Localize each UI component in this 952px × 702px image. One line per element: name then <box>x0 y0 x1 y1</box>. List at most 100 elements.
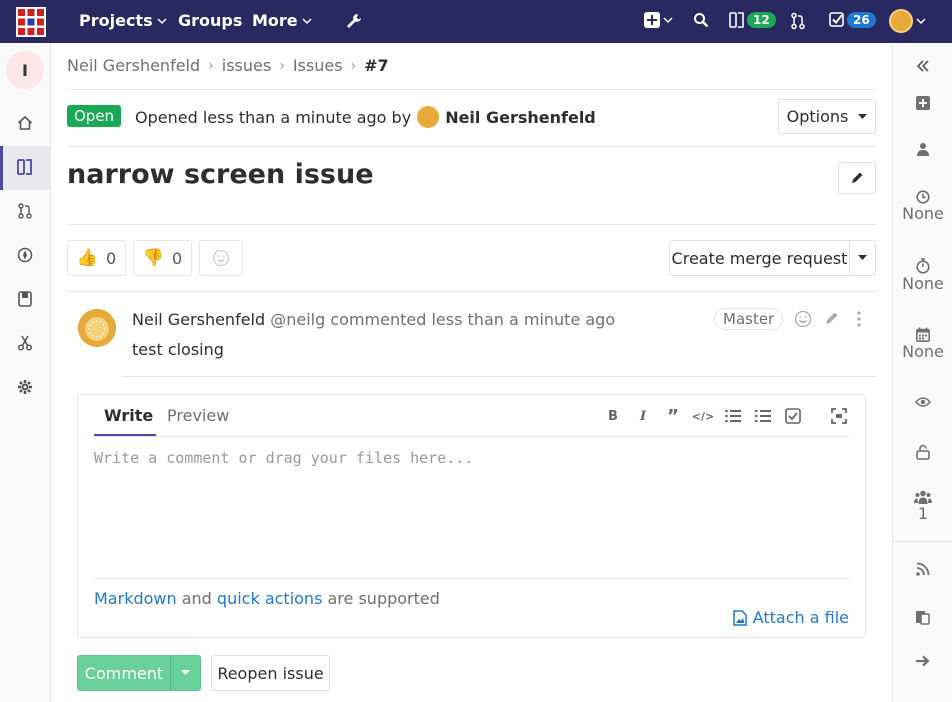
italic-icon[interactable]: I <box>634 407 652 425</box>
status-badge: Open <box>67 105 122 127</box>
nav-projects-label: Projects <box>79 11 153 30</box>
participants-icon <box>914 490 932 504</box>
breadcrumb-current[interactable]: #7 <box>364 56 389 75</box>
issue-meta: Opened less than a minute ago by Neil Ge… <box>135 106 596 128</box>
divider <box>67 146 876 147</box>
user-avatar <box>889 9 913 33</box>
right-sidebar: None None None 1 <box>892 43 952 702</box>
ci-cd-rocket-icon[interactable] <box>15 245 35 265</box>
tab-preview[interactable]: Preview <box>167 406 229 425</box>
opened-text: Opened less than a minute ago by <box>135 107 412 127</box>
caret-down-icon <box>858 255 867 260</box>
numbered-list-icon[interactable] <box>754 407 772 425</box>
reopen-issue-button[interactable]: Reopen issue <box>211 655 330 691</box>
time-tracking-block[interactable]: None <box>893 258 952 293</box>
create-merge-request-button[interactable]: Create merge request <box>669 240 850 276</box>
quick-actions-link[interactable]: quick actions <box>217 589 322 608</box>
issues-icon <box>729 12 744 28</box>
pencil-icon[interactable] <box>824 311 839 330</box>
divider <box>94 436 850 437</box>
todos-counter[interactable]: 26 <box>829 11 876 29</box>
snippets-scissors-icon[interactable] <box>15 333 35 353</box>
search-icon[interactable] <box>693 12 709 32</box>
smiley-icon[interactable] <box>794 310 812 332</box>
chevron-right-icon: › <box>350 57 357 74</box>
note-author-handle[interactable]: @neilg <box>270 310 325 329</box>
new-dropdown[interactable] <box>644 12 673 28</box>
bold-icon[interactable]: B <box>604 407 622 425</box>
breadcrumb-project[interactable]: issues <box>222 56 271 75</box>
issue-title: narrow screen issue <box>67 159 374 190</box>
bullet-list-icon[interactable] <box>724 407 742 425</box>
breadcrumb-issues[interactable]: Issues <box>293 56 343 75</box>
add-reaction-button[interactable] <box>199 240 243 276</box>
smiley-icon <box>212 249 230 267</box>
move-issue-arrow-icon[interactable] <box>893 655 952 667</box>
admin-wrench-icon[interactable] <box>345 12 363 34</box>
divider <box>67 224 876 225</box>
due-date-value: None <box>902 342 944 361</box>
thumbs-up-award[interactable]: 👍 0 <box>67 240 126 276</box>
nav-projects[interactable]: Projects <box>79 11 167 30</box>
note-author-avatar[interactable] <box>78 309 116 347</box>
nav-groups[interactable]: Groups <box>178 11 242 30</box>
author-name[interactable]: Neil Gershenfeld <box>445 108 596 127</box>
gitlab-logo-icon[interactable] <box>16 7 46 37</box>
markdown-hint: Markdown and quick actions are supported <box>94 589 440 608</box>
chevron-down-icon <box>663 17 673 24</box>
user-menu[interactable] <box>889 9 926 33</box>
copy-reference-icon[interactable] <box>893 609 952 625</box>
thumbs-down-award[interactable]: 👎 0 <box>133 240 192 276</box>
code-icon[interactable]: </> <box>692 407 714 425</box>
quote-icon[interactable]: ” <box>664 406 682 427</box>
comment-button[interactable]: Comment <box>78 656 171 690</box>
more-actions-icon[interactable] <box>856 311 862 331</box>
participants-count: 1 <box>917 504 929 523</box>
markdown-and-text: and <box>181 589 212 608</box>
settings-gear-icon[interactable] <box>15 377 35 397</box>
participants-block[interactable]: 1 <box>893 490 952 523</box>
assignee-icon[interactable] <box>893 142 952 156</box>
breadcrumb-user[interactable]: Neil Gershenfeld <box>67 56 200 75</box>
nav-groups-label: Groups <box>178 11 243 30</box>
chevron-down-icon <box>302 17 312 24</box>
markdown-link[interactable]: Markdown <box>94 589 177 608</box>
rss-notifications-icon[interactable] <box>893 562 952 576</box>
issues-counter[interactable]: 12 <box>729 11 776 29</box>
divider <box>893 541 952 542</box>
milestone-block[interactable]: None <box>893 190 952 223</box>
file-image-icon <box>732 609 747 626</box>
home-icon[interactable] <box>15 113 35 133</box>
breadcrumb: Neil Gershenfeld › issues › Issues › #7 <box>67 56 389 75</box>
chevron-right-icon: › <box>279 57 285 74</box>
lock-icon[interactable] <box>893 444 952 460</box>
confidentiality-eye-icon[interactable] <box>893 396 952 408</box>
collapse-sidebar-icon[interactable] <box>893 60 952 72</box>
note-author-name[interactable]: Neil Gershenfeld <box>132 310 265 329</box>
due-date-block[interactable]: None <box>893 327 952 361</box>
add-todo-icon[interactable] <box>893 96 952 110</box>
role-badge: Master <box>714 308 784 330</box>
attach-file-button[interactable]: Attach a file <box>732 608 849 627</box>
chevron-down-icon <box>916 18 926 25</box>
merge-request-icon[interactable] <box>790 12 806 34</box>
caret-down-icon <box>858 113 868 119</box>
wiki-book-icon[interactable] <box>15 289 35 309</box>
create-mr-dropdown-toggle[interactable] <box>849 240 876 276</box>
tab-write[interactable]: Write <box>104 406 153 425</box>
thumbs-down-count: 0 <box>171 248 183 268</box>
fullscreen-icon[interactable] <box>830 407 848 425</box>
issues-icon[interactable] <box>15 157 35 177</box>
chevron-right-icon: › <box>208 57 214 74</box>
author-avatar[interactable] <box>417 106 440 128</box>
note-timestamp: commented less than a minute ago <box>330 310 616 329</box>
task-list-icon[interactable] <box>784 407 802 425</box>
comment-type-dropdown[interactable] <box>171 656 200 690</box>
merge-request-icon[interactable] <box>15 201 35 221</box>
options-dropdown[interactable]: Options <box>778 99 876 134</box>
project-avatar[interactable]: I <box>6 51 44 89</box>
comment-textarea[interactable] <box>94 443 850 575</box>
nav-more[interactable]: More <box>252 11 312 30</box>
options-label: Options <box>786 107 849 126</box>
edit-title-button[interactable] <box>838 162 876 194</box>
